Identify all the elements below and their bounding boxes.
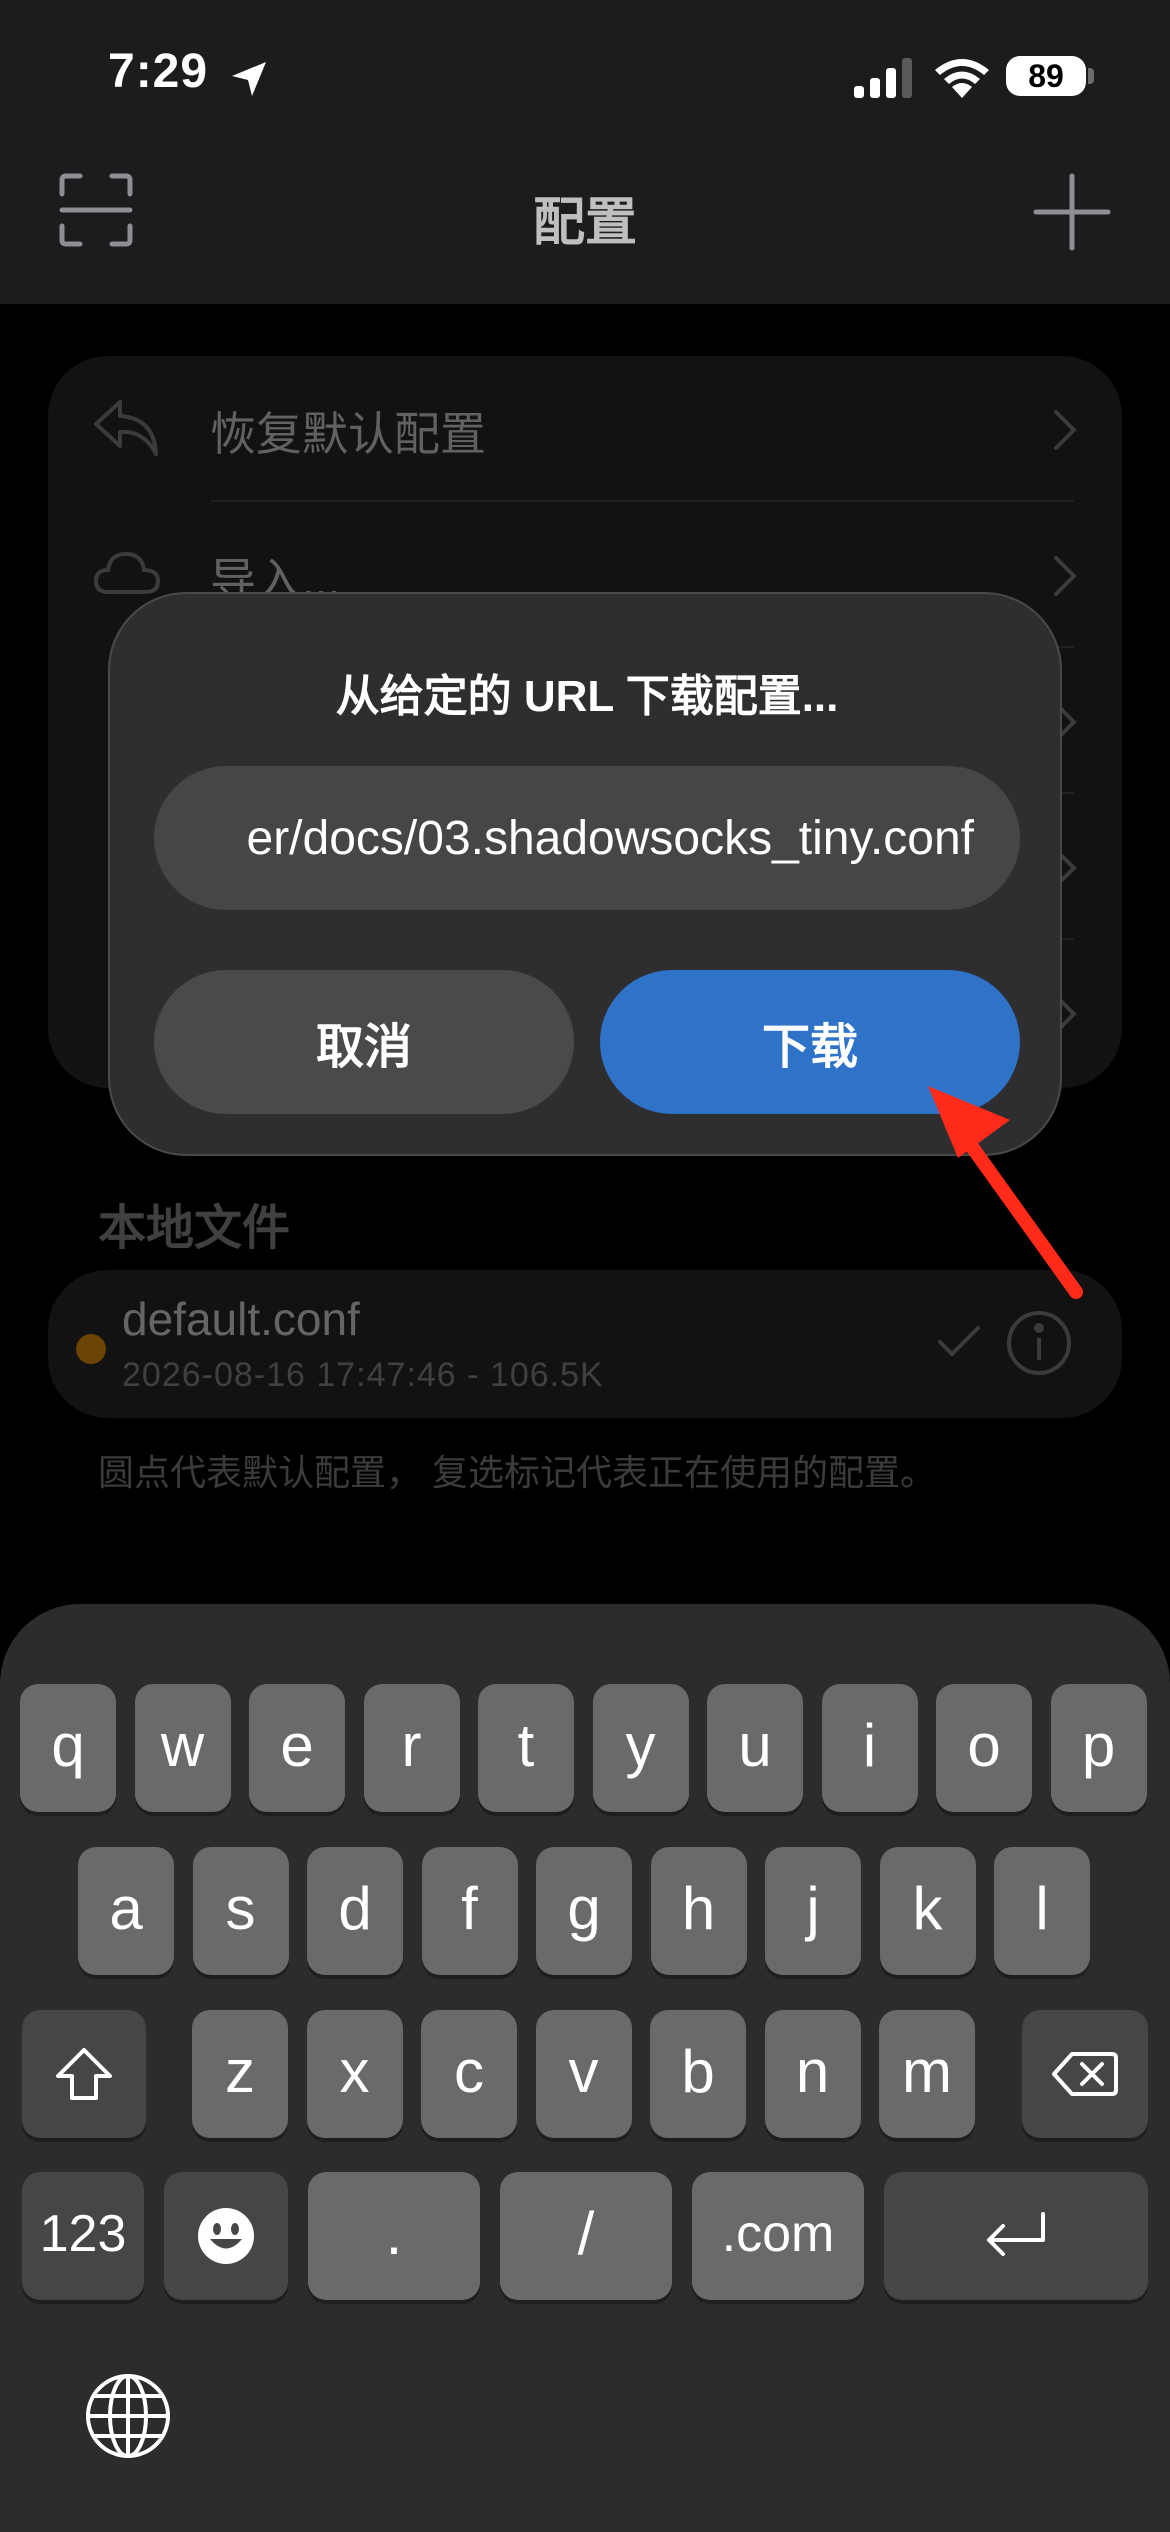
dialog-title: 从给定的 URL 下载配置...: [335, 672, 839, 721]
key-f[interactable]: f: [421, 1847, 518, 1975]
file-name: default.conf: [122, 1293, 360, 1345]
local-files-section-title: 本地文件: [98, 1202, 291, 1255]
key-u[interactable]: u: [707, 1684, 803, 1812]
delete-key[interactable]: [1022, 2010, 1148, 2138]
menu-item-label: 恢复默认配置: [210, 408, 486, 460]
key-d[interactable]: d: [307, 1847, 403, 1975]
key-v[interactable]: v: [535, 2010, 632, 2138]
battery-level: 89: [1006, 56, 1086, 96]
wifi-icon: [935, 59, 989, 98]
file-meta: 2026-08-16 17:47:46 - 106.5K: [122, 1356, 604, 1394]
key-w[interactable]: w: [134, 1684, 231, 1812]
annotation-arrow-icon: [928, 1086, 1083, 1299]
menu-item-restore-default[interactable]: 恢复默认配置: [48, 356, 1122, 502]
url-input[interactable]: [154, 766, 974, 910]
key-j[interactable]: j: [765, 1847, 861, 1975]
shift-icon: [56, 2048, 112, 2100]
checkmark-icon: [938, 1326, 980, 1357]
onscreen-keyboard: qwertyuiop asdfghjkl zxcvbnm 123 . / .co…: [0, 1604, 1170, 2532]
add-icon[interactable]: [1032, 172, 1112, 252]
cloud-icon: [93, 551, 161, 594]
key-c[interactable]: c: [421, 2010, 517, 2138]
key-x[interactable]: x: [306, 2010, 403, 2138]
url-input-container[interactable]: [154, 766, 1020, 910]
key-h[interactable]: h: [650, 1847, 747, 1975]
status-time: 7:29: [108, 45, 209, 98]
chevron-right-icon: [1054, 410, 1077, 450]
key-n[interactable]: n: [764, 2010, 861, 2138]
chevron-right-icon: [1054, 556, 1077, 596]
key-a[interactable]: a: [78, 1847, 174, 1975]
emoji-key[interactable]: [164, 2172, 288, 2300]
location-arrow-icon: [232, 62, 266, 96]
key-t[interactable]: t: [478, 1684, 574, 1812]
period-key[interactable]: .: [308, 2172, 480, 2300]
undo-icon: [94, 400, 158, 456]
key-q[interactable]: q: [20, 1684, 116, 1812]
cellular-signal-icon: [854, 58, 912, 98]
key-z[interactable]: z: [192, 2010, 288, 2138]
key-s[interactable]: s: [192, 1847, 289, 1975]
default-config-dot: [76, 1334, 106, 1364]
key-g[interactable]: g: [536, 1847, 632, 1975]
cancel-button[interactable]: 取消: [154, 970, 574, 1114]
page-title: 配置: [532, 194, 637, 252]
key-p[interactable]: p: [1050, 1684, 1147, 1812]
navigation-bar: 配置: [0, 150, 1170, 304]
emoji-icon: [198, 2208, 254, 2264]
key-b[interactable]: b: [650, 2010, 746, 2138]
key-k[interactable]: k: [879, 1847, 976, 1975]
key-r[interactable]: r: [363, 1684, 460, 1812]
status-bar: 7:29 89: [0, 0, 1170, 150]
globe-icon[interactable]: [84, 2372, 172, 2460]
numbers-key[interactable]: 123: [22, 2172, 144, 2300]
key-i[interactable]: i: [821, 1684, 918, 1812]
key-m[interactable]: m: [879, 2010, 975, 2138]
slash-key[interactable]: /: [500, 2172, 672, 2300]
shift-key[interactable]: [22, 2010, 146, 2138]
key-l[interactable]: l: [994, 1847, 1090, 1975]
dotcom-key[interactable]: .com: [692, 2172, 864, 2300]
key-y[interactable]: y: [592, 1684, 689, 1812]
backspace-icon: [1052, 2052, 1118, 2096]
footnote-text: 圆点代表默认配置， 复选标记代表正在使用的配置。: [98, 1452, 937, 1493]
key-e[interactable]: e: [249, 1684, 345, 1812]
battery-tip: [1088, 68, 1094, 84]
return-icon: [987, 2212, 1045, 2256]
key-o[interactable]: o: [936, 1684, 1032, 1812]
return-key[interactable]: [884, 2172, 1148, 2300]
